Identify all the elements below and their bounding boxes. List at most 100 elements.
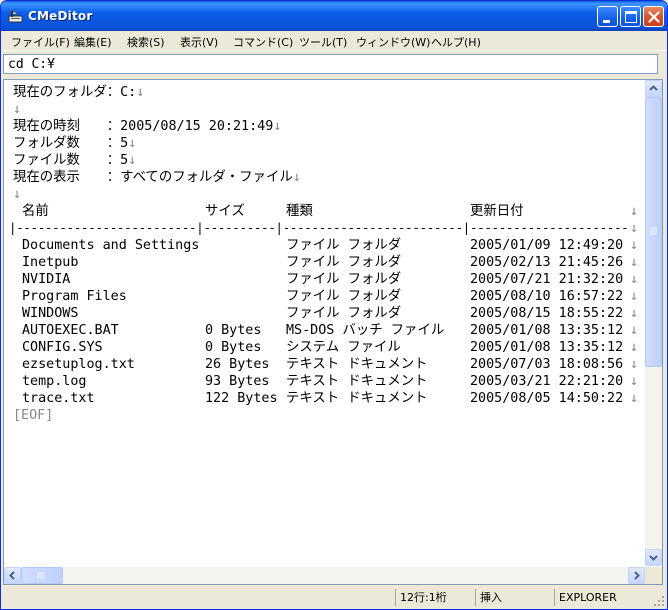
arrow-up-icon (649, 85, 658, 91)
file-type: システム ファイル (286, 340, 401, 355)
file-date: 2005/08/10 16:57:22 (470, 289, 624, 304)
eol-mark: ↓ (630, 374, 639, 389)
eol-mark: ↓ (630, 391, 639, 406)
file-date: 2005/07/03 18:08:56 (470, 357, 624, 372)
menu-tools[interactable]: ツール(T) (299, 34, 347, 50)
column-date-header: 更新日付 (470, 204, 524, 219)
file-size: 26 Bytes (205, 357, 270, 372)
file-size: 93 Bytes (205, 374, 270, 389)
eol-mark: ↓ (128, 153, 137, 168)
file-type: テキスト ドキュメント (286, 391, 428, 406)
file-date: 2005/07/21 21:32:20 (470, 272, 624, 287)
text-line: 現在のフォルダ：C:↓ (13, 85, 145, 100)
table-row: Inetpub ファイル フォルダ 2005/02/13 21:45:26 ↓ (13, 254, 643, 271)
file-type: ファイル フォルダ (286, 289, 402, 304)
file-name: temp.log (22, 374, 87, 389)
app-window: CMeDitor ファイル(F) 編集(E) 検索(S) 表示(V) コマンド(… (0, 0, 668, 610)
file-name: AUTOEXEC.BAT (22, 323, 119, 338)
file-size: 122 Bytes (205, 391, 278, 406)
eol-mark: ↓ (630, 357, 639, 372)
menu-help[interactable]: ヘルプ(H) (431, 34, 481, 50)
table-row: Documents and Settings ファイル フォルダ 2005/01/0… (13, 237, 643, 254)
vertical-scrollbar[interactable] (645, 80, 662, 566)
eol-mark: ↓ (630, 340, 639, 355)
eol-mark: ↓ (292, 170, 301, 185)
resize-grip-icon[interactable] (653, 595, 665, 607)
title-bar[interactable]: CMeDitor (1, 1, 667, 31)
file-type: ファイル フォルダ (286, 238, 402, 253)
scroll-left-button[interactable] (4, 567, 21, 584)
file-name: CONFIG.SYS (22, 340, 103, 355)
text-line: 現在の時刻 ：2005/08/15 20:21:49↓ (13, 119, 282, 134)
file-date: 2005/03/21 22:21:20 (470, 374, 624, 389)
text-line: ↓ (13, 186, 21, 203)
table-row: NVIDIA ファイル フォルダ 2005/07/21 21:32:20 ↓ (13, 271, 643, 288)
status-bar: 12行:1桁 挿入 EXPLORER (1, 586, 667, 609)
menu-file[interactable]: ファイル(F) (11, 34, 70, 50)
table-row: AUTOEXEC.BAT 0 Bytes MS-DOS バッチ ファイル 2005/0… (13, 322, 643, 339)
text-area[interactable]: 現在のフォルダ：C:↓ ↓ 現在の時刻 ：2005/08/15 20:21:49… (4, 80, 644, 566)
column-header-line: 名前 サイズ 種類 更新日付 ↓ (13, 203, 643, 220)
eof-marker: [EOF] (13, 408, 54, 423)
eol-mark: ↓ (630, 221, 639, 236)
menu-edit[interactable]: 編集(E) (74, 34, 112, 50)
file-size: 0 Bytes (205, 340, 262, 355)
app-icon (8, 10, 23, 23)
scroll-up-button[interactable] (645, 80, 662, 97)
file-size: 0 Bytes (205, 323, 262, 338)
file-name: Program Files (22, 289, 127, 304)
table-row: trace.txt 122 Bytes テキスト ドキュメント 2005/08/05 … (13, 390, 643, 407)
minimize-button[interactable] (597, 6, 618, 27)
table-row: CONFIG.SYS 0 Bytes システム ファイル 2005/01/08 13:… (13, 339, 643, 356)
input-mode: 挿入 (475, 589, 549, 606)
horizontal-scroll-thumb[interactable] (21, 567, 63, 584)
table-row: WINDOWS ファイル フォルダ 2005/08/15 18:55:22 ↓ (13, 305, 643, 322)
text-line: ファイル数 ：5↓ (13, 153, 137, 168)
command-input[interactable] (3, 54, 658, 74)
menu-search[interactable]: 検索(S) (127, 34, 165, 50)
file-date: 2005/02/13 21:45:26 (470, 255, 624, 270)
vertical-scroll-thumb[interactable] (645, 97, 662, 367)
file-name: WINDOWS (22, 306, 79, 321)
table-row: temp.log 93 Bytes テキスト ドキュメント 2005/03/21 22… (13, 373, 643, 390)
file-date: 2005/01/08 13:35:12 (470, 323, 624, 338)
minimize-icon (603, 20, 610, 23)
eol-mark: ↓ (630, 255, 639, 270)
menu-window[interactable]: ウィンドウ(W) (356, 34, 430, 50)
file-name: NVIDIA (22, 272, 71, 287)
scroll-right-button[interactable] (628, 567, 645, 584)
eol-mark: ↓ (13, 187, 22, 202)
eol-mark: ↓ (630, 289, 639, 304)
column-size-header: サイズ (205, 204, 245, 219)
window-title: CMeDitor (28, 9, 93, 23)
column-type-header: 種類 (286, 204, 313, 219)
file-date: 2005/08/05 14:50:22 (470, 391, 624, 406)
command-bar (1, 50, 667, 79)
file-type: ファイル フォルダ (286, 255, 402, 270)
file-type: ファイル フォルダ (286, 272, 402, 287)
separator-line: |-------------------------|----------|--… (9, 221, 629, 235)
horizontal-scrollbar[interactable] (4, 567, 645, 584)
scroll-down-button[interactable] (645, 549, 662, 566)
menu-command[interactable]: コマンド(C) (233, 34, 293, 50)
file-type: テキスト ドキュメント (286, 374, 428, 389)
eol-mark: ↓ (128, 136, 137, 151)
eol-mark: ↓ (136, 85, 145, 100)
app-mode: EXPLORER (554, 589, 654, 606)
menu-view[interactable]: 表示(V) (180, 34, 218, 50)
file-name: Inetpub (22, 255, 79, 270)
cursor-position: 12行:1桁 (395, 589, 471, 606)
file-date: 2005/01/08 13:35:12 (470, 340, 624, 355)
maximize-button[interactable] (620, 6, 641, 27)
arrow-right-icon (634, 571, 640, 580)
eol-mark: ↓ (630, 306, 639, 321)
eol-mark: ↓ (630, 323, 639, 338)
close-button[interactable] (643, 6, 664, 27)
menu-bar: ファイル(F) 編集(E) 検索(S) 表示(V) コマンド(C) ツール(T)… (1, 31, 667, 50)
scroll-corner (645, 567, 662, 584)
eol-mark: ↓ (630, 238, 639, 253)
text-line: 現在の表示 ：すべてのフォルダ・ファイル↓ (13, 170, 301, 185)
file-date: 2005/01/09 12:49:20 (470, 238, 624, 253)
file-type: テキスト ドキュメント (286, 357, 428, 372)
table-row: ezsetuplog.txt 26 Bytes テキスト ドキュメント 2005/07… (13, 356, 643, 373)
